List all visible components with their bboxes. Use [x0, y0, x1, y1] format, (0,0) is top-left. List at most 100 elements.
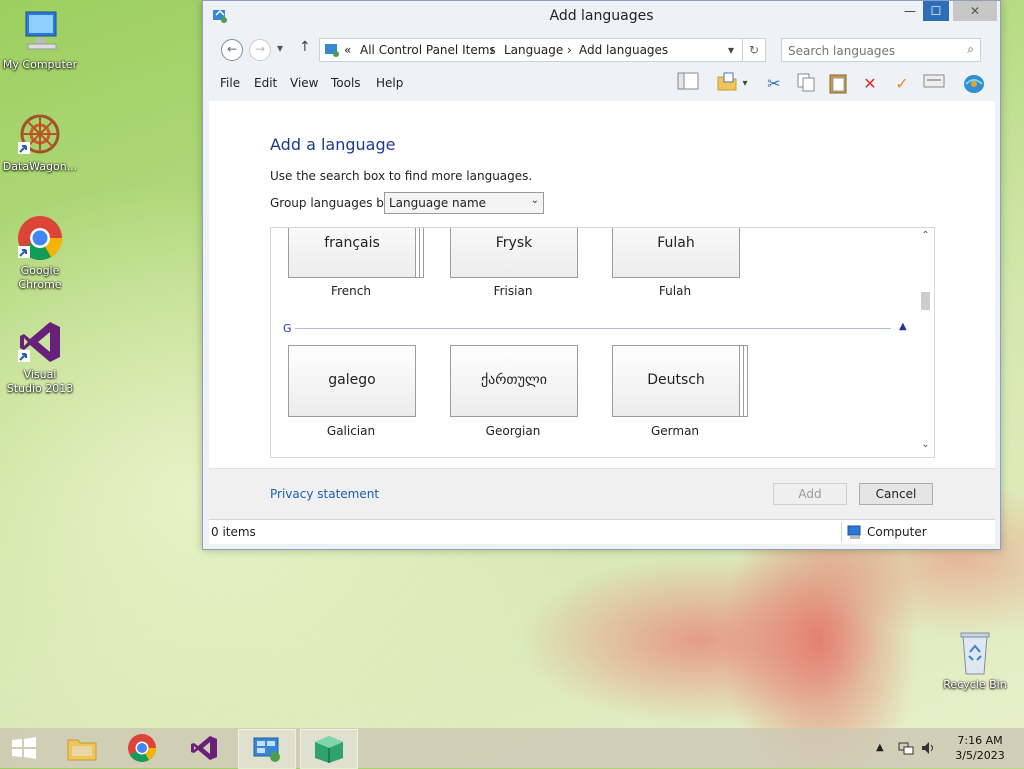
- menu-help[interactable]: Help: [376, 76, 403, 90]
- search-box[interactable]: ⌕: [781, 38, 981, 62]
- location-label: Computer: [867, 525, 927, 539]
- title-bar[interactable]: Add languages — ☐ ✕: [203, 1, 1000, 31]
- language-tile-fulah[interactable]: Fulah: [612, 228, 740, 278]
- desktop-icon-label: My Computer: [2, 58, 78, 71]
- layout-pane-icon[interactable]: [675, 72, 701, 96]
- control-panel-icon: [325, 44, 339, 57]
- chrome-icon: [128, 734, 156, 762]
- recycle-bin-icon: [951, 628, 999, 676]
- add-languages-window: Add languages — ☐ ✕ ← → ▾ ↑ « All Contro…: [202, 0, 1001, 550]
- vertical-scrollbar[interactable]: ⌃ ⌄: [917, 228, 934, 457]
- search-icon[interactable]: ⌕: [967, 42, 974, 57]
- language-tile-french[interactable]: français: [288, 228, 416, 278]
- taskbar-visual-studio[interactable]: [176, 729, 232, 767]
- desktop-icon-my-computer[interactable]: My Computer: [0, 8, 80, 72]
- paste-icon[interactable]: [825, 72, 851, 96]
- breadcrumb-separator[interactable]: ›: [567, 43, 572, 57]
- language-tile-georgian[interactable]: ქართული: [450, 345, 578, 417]
- privacy-statement-link[interactable]: Privacy statement: [270, 487, 379, 501]
- desktop-icon-recycle-bin[interactable]: Recycle Bin: [935, 628, 1015, 692]
- menu-tools[interactable]: Tools: [331, 76, 361, 90]
- computer-icon: [16, 8, 64, 56]
- group-header-letter: G: [283, 322, 292, 335]
- breadcrumb-overflow[interactable]: «: [344, 43, 351, 57]
- taskbar-chrome[interactable]: [114, 729, 170, 767]
- desktop-icon-google-chrome[interactable]: Google Chrome: [0, 214, 80, 292]
- group-by-select[interactable]: Language name ⌄: [384, 192, 544, 214]
- globe-icon[interactable]: [961, 72, 987, 96]
- language-tile-frisian[interactable]: Frysk: [450, 228, 578, 278]
- language-name: Fulah: [658, 284, 692, 298]
- menu-view[interactable]: View: [290, 76, 318, 90]
- breadcrumb-separator[interactable]: ›: [490, 43, 495, 57]
- menu-edit[interactable]: Edit: [254, 76, 277, 90]
- scroll-down-icon[interactable]: ⌄: [917, 439, 934, 455]
- scroll-up-icon[interactable]: ⌃: [917, 230, 934, 246]
- window-title: Add languages: [549, 8, 654, 24]
- dialog-footer: Privacy statement Add Cancel: [209, 468, 995, 519]
- desktop-icon-label: Recycle Bin: [943, 678, 1007, 691]
- copy-icon[interactable]: [793, 72, 819, 96]
- delete-icon[interactable]: ✕: [857, 72, 883, 96]
- scroll-thumb[interactable]: [921, 292, 930, 310]
- menu-bar: File Edit View Tools Help ▾ ✂ ✕ ✓: [209, 69, 995, 99]
- clock-date: 3/5/2023: [955, 749, 1005, 762]
- collapse-group-icon[interactable]: ▲: [899, 321, 907, 332]
- language-native-name: français: [324, 235, 380, 251]
- forward-button[interactable]: →: [249, 39, 271, 61]
- close-button[interactable]: ✕: [953, 1, 997, 21]
- language-tile-german[interactable]: Deutsch: [612, 345, 740, 417]
- visual-studio-icon: [191, 736, 217, 760]
- breadcrumb-add-languages[interactable]: Add languages: [579, 43, 668, 57]
- taskbar-file-explorer[interactable]: [54, 729, 110, 767]
- system-clock[interactable]: 7:16 AM 3/5/2023: [944, 733, 1016, 763]
- breadcrumb-language[interactable]: Language: [504, 43, 563, 57]
- language-name: Georgian: [485, 424, 541, 438]
- add-button[interactable]: Add: [773, 483, 847, 505]
- language-tile-galician[interactable]: galego: [288, 345, 416, 417]
- status-bar: 0 items Computer: [209, 519, 995, 544]
- language-name: Frisian: [493, 284, 533, 298]
- show-hidden-icons-button[interactable]: ▲: [876, 742, 884, 753]
- minimize-button[interactable]: —: [897, 1, 923, 21]
- taskbar-package-app[interactable]: [300, 729, 358, 769]
- page-title: Add a language: [270, 135, 396, 154]
- volume-icon[interactable]: [920, 740, 936, 759]
- properties-icon[interactable]: [921, 72, 947, 96]
- search-input[interactable]: [786, 41, 960, 61]
- chevron-down-icon: ⌄: [530, 195, 539, 206]
- group-by-value: Language name: [389, 196, 487, 210]
- cut-icon[interactable]: ✂: [761, 72, 787, 96]
- address-bar[interactable]: « All Control Panel Items › Language › A…: [319, 38, 743, 62]
- group-by-label: Group languages by:: [270, 196, 395, 210]
- desktop-icon-label: DataWagon...: [2, 160, 78, 173]
- chrome-icon: [16, 214, 64, 262]
- maximize-button[interactable]: ☐: [923, 1, 949, 21]
- desktop-icon-datawagon[interactable]: DataWagon...: [0, 110, 80, 174]
- taskbar-control-panel[interactable]: [238, 729, 296, 769]
- refresh-button[interactable]: ↻: [742, 38, 766, 62]
- language-native-name: Frysk: [495, 235, 533, 251]
- item-count: 0 items: [211, 525, 256, 539]
- up-button[interactable]: ↑: [299, 39, 311, 55]
- back-button[interactable]: ←: [221, 39, 243, 61]
- computer-icon: [847, 525, 861, 539]
- options-dropdown-icon[interactable]: ▾: [739, 72, 751, 96]
- address-dropdown-icon[interactable]: ▾: [728, 43, 734, 57]
- folder-options-icon[interactable]: [714, 72, 740, 96]
- address-row: ← → ▾ ↑ « All Control Panel Items › Lang…: [209, 35, 995, 65]
- network-icon[interactable]: [898, 740, 914, 759]
- menu-file[interactable]: File: [220, 76, 240, 90]
- recent-locations-dropdown[interactable]: ▾: [277, 41, 283, 55]
- language-list[interactable]: français French Frysk Frisian Fulah Fula…: [270, 227, 935, 458]
- desktop-icon-visual-studio[interactable]: Visual Studio 2013: [0, 318, 80, 396]
- cancel-button[interactable]: Cancel: [859, 483, 933, 505]
- group-divider: [295, 328, 891, 329]
- main-content: Add a language Use the search box to fin…: [209, 101, 995, 468]
- breadcrumb-all-control-panel-items[interactable]: All Control Panel Items: [360, 43, 496, 57]
- start-button[interactable]: [0, 729, 48, 767]
- language-native-name: Fulah: [657, 235, 695, 251]
- checkmark-icon[interactable]: ✓: [889, 72, 915, 96]
- datawagon-icon: [16, 110, 64, 158]
- clock-time: 7:16 AM: [957, 734, 1003, 747]
